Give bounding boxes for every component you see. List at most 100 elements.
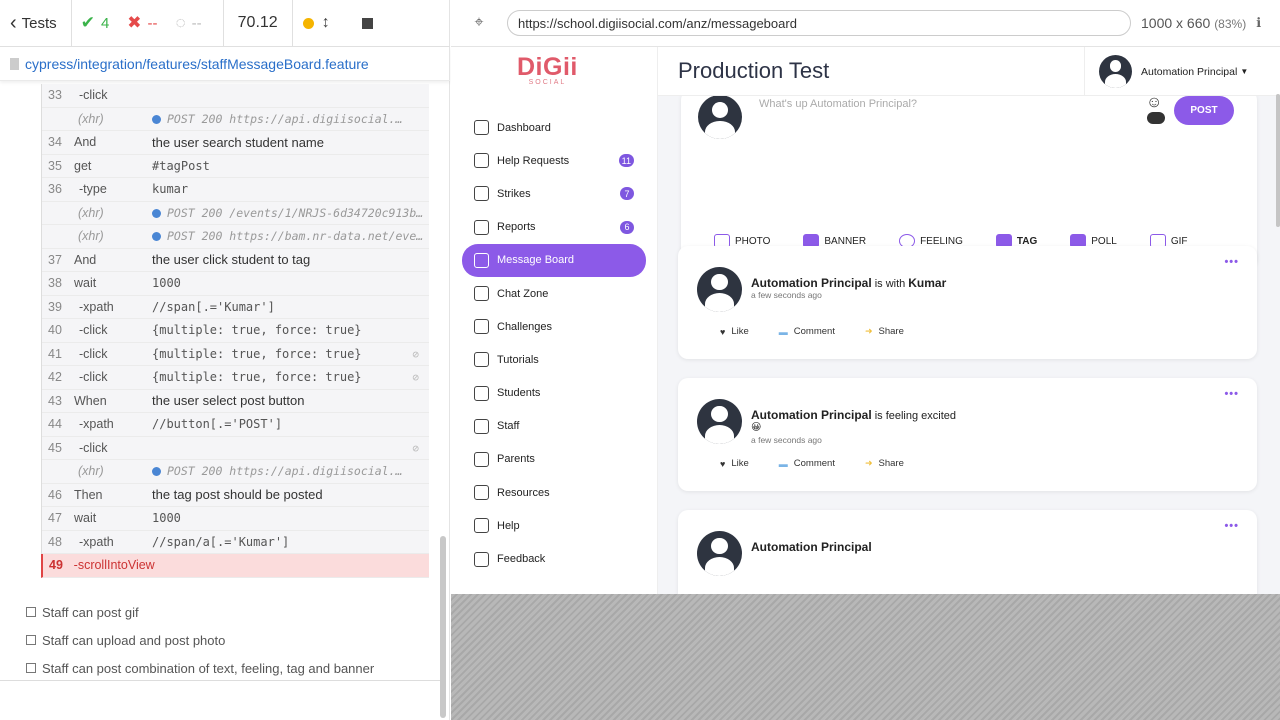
auto-scroll-toggle-icon[interactable]: ↕	[322, 14, 330, 32]
post-text-input[interactable]: What's up Automation Principal?	[759, 98, 917, 110]
emoji-icon[interactable]: ☺	[1146, 96, 1162, 112]
sidebar-item-tutorials[interactable]: Tutorials	[462, 343, 646, 376]
command-row[interactable]: 34 And the user search student name	[42, 131, 429, 155]
command-message: POST 200 https://bam.nr-data.net/events/…	[152, 229, 427, 243]
post-author[interactable]: Automation Principal	[751, 540, 872, 554]
xhr-log-row[interactable]: (xhr) POST 200 https://api.digiisocial.…	[42, 460, 429, 484]
avatar[interactable]	[697, 267, 742, 312]
sidebar-item-label: Students	[497, 387, 541, 400]
command-name: (xhr)	[78, 205, 104, 220]
info-icon[interactable]: ℹ	[1256, 15, 1261, 31]
cloud-icon[interactable]	[1147, 112, 1165, 124]
command-row[interactable]: 36 -type kumar	[42, 178, 429, 202]
command-message: 1000	[152, 276, 181, 291]
chat-icon	[474, 286, 489, 302]
command-number: 38	[48, 276, 62, 291]
command-row[interactable]: 44 -xpath //button[.='POST']	[42, 413, 429, 437]
sidebar-item-label: Feedback	[497, 553, 546, 566]
command-row[interactable]: 48 -xpath //span/a[.='Kumar']	[42, 531, 429, 554]
cross-icon: ✖	[127, 13, 142, 32]
app-scrollbar[interactable]	[1276, 94, 1280, 227]
post-menu-icon[interactable]: •••	[1224, 388, 1239, 400]
avatar[interactable]	[697, 399, 742, 444]
command-name: And	[74, 252, 97, 267]
command-name: wait	[74, 511, 97, 526]
post-button[interactable]: POST	[1174, 96, 1234, 125]
spec-path-link[interactable]: cypress/integration/features/staffMessag…	[25, 56, 369, 72]
sidebar-item-message-board[interactable]: Message Board	[462, 243, 646, 277]
user-menu[interactable]: Automation Principal ▼	[1084, 47, 1280, 96]
pending-test-item[interactable]: Staff can post gif	[26, 598, 436, 626]
sidebar-item-students[interactable]: Students	[462, 377, 646, 410]
comment-button[interactable]: ▬ Comment	[779, 326, 835, 337]
sidebar-item-resources[interactable]: Resources	[462, 476, 646, 509]
command-row[interactable]: 37 And the user click student to tag	[42, 249, 429, 272]
xhr-status-dot-icon	[152, 467, 161, 477]
command-row[interactable]: 39 -xpath //span[.='Kumar']	[42, 296, 429, 319]
like-button[interactable]: ♥ Like	[720, 326, 749, 337]
command-row[interactable]: 41 -click {multiple: true, force: true} ⊘	[42, 343, 429, 366]
pending-test-item[interactable]: Staff can post combination of text, feel…	[26, 654, 436, 682]
share-button[interactable]: ➜ Share	[865, 326, 904, 337]
command-row[interactable]: 49 -scrollIntoView	[41, 554, 429, 578]
test-title: Staff can post gif	[42, 604, 139, 620]
xhr-log-row[interactable]: (xhr) POST 200 https://bam.nr-data.net/ev…	[42, 225, 429, 249]
command-row[interactable]: 42 -click {multiple: true, force: true} ⊘	[42, 366, 429, 390]
caret-down-icon: ▼	[1240, 67, 1249, 76]
page-title: Production Test	[678, 58, 830, 83]
sidebar-item-staff[interactable]: Staff	[462, 410, 646, 443]
command-name: get	[74, 158, 92, 173]
stop-icon[interactable]	[361, 17, 373, 29]
command-row[interactable]: 40 -click {multiple: true, force: true}	[42, 319, 429, 343]
pending-test-item[interactable]: Staff can upload and post photo	[26, 626, 436, 654]
comment-button[interactable]: ▬ Comment	[779, 458, 835, 469]
selector-playground-icon[interactable]: ⌖	[451, 14, 507, 32]
command-message: the user search student name	[152, 134, 324, 150]
comment-icon: ▬	[778, 458, 788, 469]
command-row[interactable]: 35 get #tagPost	[42, 155, 429, 178]
post-headline: Automation Principal is feeling excited	[751, 408, 956, 422]
reporter-scrollbar[interactable]	[440, 536, 446, 718]
tagged-user-link[interactable]: Kumar	[908, 276, 946, 290]
command-message: POST 200 https://api.digiisocial.…	[152, 112, 427, 126]
post-author[interactable]: Automation Principal	[751, 408, 872, 422]
tests-button[interactable]: ‹ Tests	[0, 0, 72, 47]
app-logo[interactable]: DiGii SOCIAL	[517, 53, 578, 86]
xhr-log-row[interactable]: (xhr) POST 200 https://api.digiisocial.…	[42, 108, 429, 131]
url-bar[interactable]: https://school.digiisocial.com/anz/messa…	[507, 10, 1131, 36]
post-author[interactable]: Automation Principal	[751, 276, 872, 290]
command-name: -click	[79, 323, 108, 338]
sidebar-item-reports[interactable]: Reports 6	[462, 211, 646, 244]
xhr-log-row[interactable]: (xhr) POST 200 /events/1/NRJS-6d34720c913…	[42, 202, 429, 225]
post-menu-icon[interactable]: •••	[1224, 520, 1239, 532]
sidebar-item-parents[interactable]: Parents	[462, 443, 646, 476]
command-message: POST 200 https://api.digiisocial.…	[152, 464, 427, 478]
command-row[interactable]: 38 wait 1000	[42, 272, 429, 296]
sidebar-item-chat-zone[interactable]: Chat Zone	[462, 277, 646, 310]
tool-label: BANNER	[824, 235, 867, 247]
post-connector: is with	[874, 278, 906, 290]
sidebar-item-label: Dashboard	[497, 121, 551, 134]
command-number: 34	[48, 135, 62, 150]
command-message: #tagPost	[152, 158, 210, 173]
command-row[interactable]: 47 wait 1000	[42, 507, 429, 531]
sidebar-item-help[interactable]: Help	[462, 509, 646, 542]
sidebar-item-feedback[interactable]: Feedback	[462, 542, 646, 575]
tool-label: GIF	[1170, 235, 1188, 247]
command-message: //span[.='Kumar']	[152, 299, 275, 314]
command-row[interactable]: 45 -click ⊘	[42, 437, 429, 460]
sidebar-item-dashboard[interactable]: Dashboard	[462, 111, 646, 144]
avatar[interactable]	[697, 531, 742, 576]
post-menu-icon[interactable]: •••	[1224, 256, 1239, 268]
command-row[interactable]: 33 -click	[42, 84, 429, 108]
sidebar-item-strikes[interactable]: Strikes 7	[462, 177, 646, 210]
command-message: the user select post button	[152, 393, 305, 409]
command-row[interactable]: 43 When the user select post button	[42, 390, 429, 413]
sidebar-item-help-requests[interactable]: Help Requests 11	[462, 144, 646, 177]
command-row[interactable]: 46 Then the tag post should be posted	[42, 484, 429, 507]
share-button[interactable]: ➜ Share	[865, 458, 904, 469]
sidebar-item-challenges[interactable]: Challenges	[462, 310, 646, 343]
stats-bar: ‹ Tests ✔ 4 ✖ -- ◌ -- 70.12 ↕	[0, 0, 450, 47]
like-button[interactable]: ♥ Like	[720, 458, 749, 469]
command-name: -click	[79, 88, 108, 103]
